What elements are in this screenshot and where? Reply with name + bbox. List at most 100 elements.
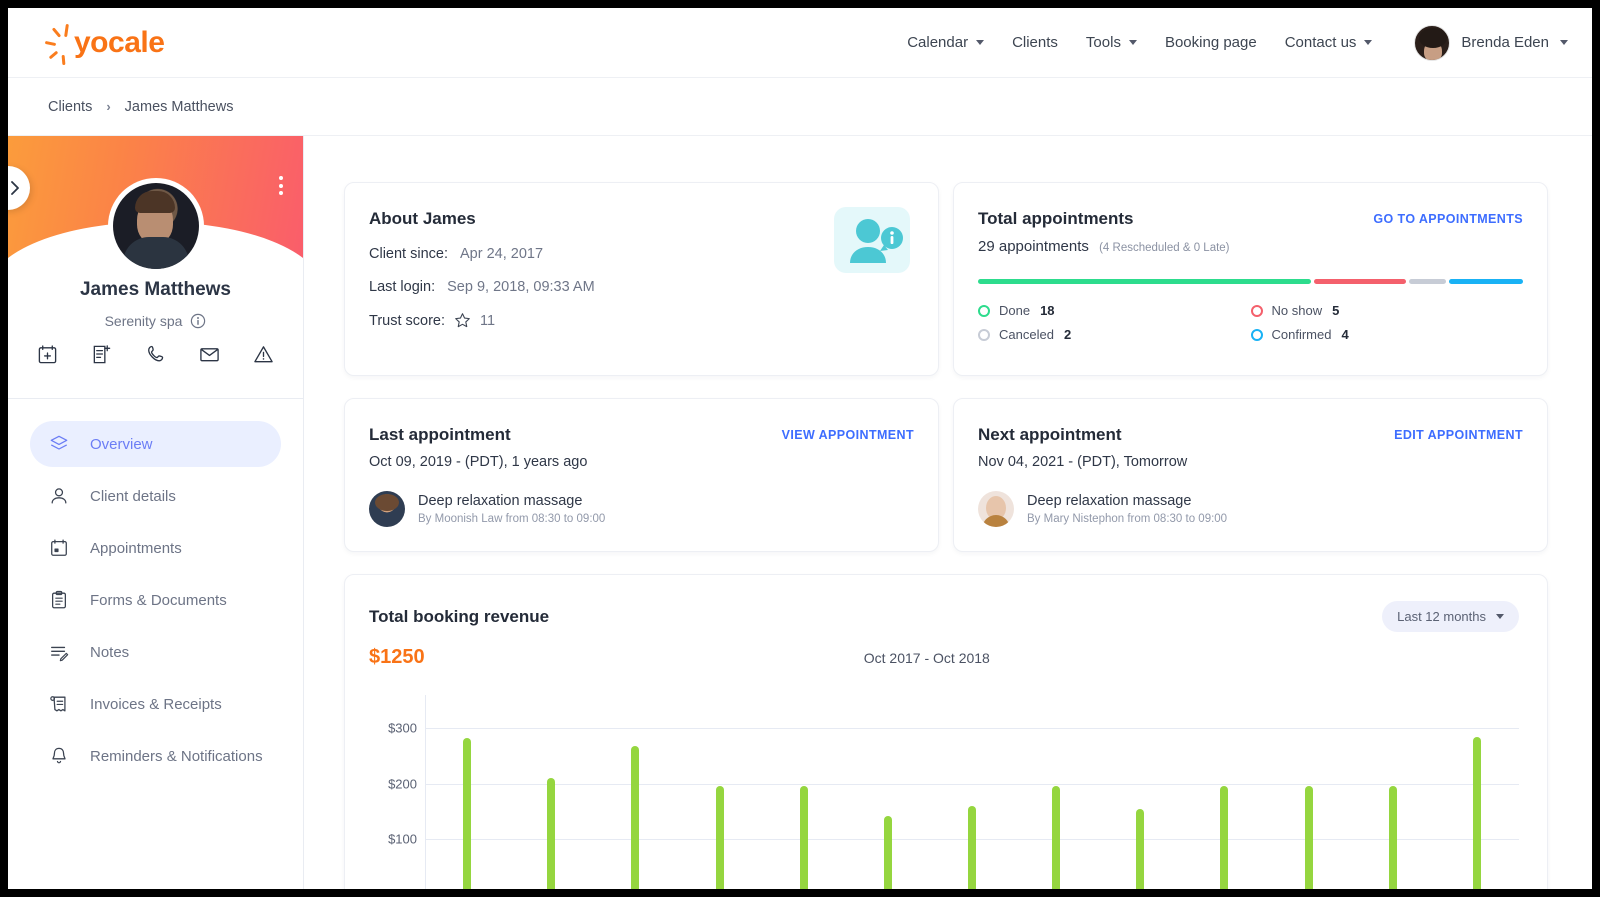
legend-label: Confirmed bbox=[1271, 327, 1332, 342]
legend-value: 4 bbox=[1341, 327, 1349, 342]
layers-icon bbox=[48, 434, 70, 454]
chevron-down-icon bbox=[976, 40, 985, 45]
avatar bbox=[1414, 24, 1451, 61]
nav-item-contact-us[interactable]: Contact us bbox=[1285, 34, 1373, 51]
sidebar-item-notes[interactable]: Notes bbox=[30, 629, 281, 675]
sidebar-item-overview[interactable]: Overview bbox=[30, 421, 281, 467]
bar-column[interactable] bbox=[1182, 695, 1266, 889]
status-segment-confirmed bbox=[1449, 279, 1523, 284]
email-icon[interactable] bbox=[199, 344, 220, 365]
yocale-logo[interactable]: yocale bbox=[44, 23, 165, 65]
nav-label: Calendar bbox=[907, 34, 969, 51]
nav-label: Clients bbox=[1012, 34, 1058, 51]
nav-label: Contact us bbox=[1284, 34, 1357, 51]
user-menu[interactable]: Brenda Eden bbox=[1414, 24, 1568, 61]
y-tick-300: $300 bbox=[388, 720, 417, 736]
provider-details: By Mary Nistephon from 08:30 to 09:00 bbox=[1027, 513, 1228, 525]
next-appointment-provider: Deep relaxation massage By Mary Nistepho… bbox=[978, 491, 1523, 527]
client-business: Serenity spa bbox=[8, 313, 303, 329]
service-name: Deep relaxation massage bbox=[418, 493, 583, 509]
last-appointment-card: Last appointment VIEW APPOINTMENT Oct 09… bbox=[344, 398, 939, 552]
status-dot bbox=[1250, 304, 1263, 317]
bar-column[interactable] bbox=[1014, 695, 1098, 889]
info-icon[interactable] bbox=[190, 313, 206, 329]
bar bbox=[715, 786, 724, 889]
bar bbox=[799, 786, 808, 889]
bar-column[interactable] bbox=[593, 695, 677, 889]
status-dot bbox=[978, 328, 990, 341]
bar bbox=[1304, 785, 1313, 889]
go-to-appointments-link[interactable]: GO TO APPOINTMENTS bbox=[1373, 212, 1523, 226]
sidebar-item-label: Appointments bbox=[90, 539, 182, 557]
client-quick-actions bbox=[8, 344, 303, 365]
bar bbox=[463, 737, 472, 889]
breadcrumb: Clients › James Matthews bbox=[8, 78, 1592, 136]
phone-icon[interactable] bbox=[145, 344, 166, 365]
nav-item-calendar[interactable]: Calendar bbox=[907, 34, 985, 51]
client-name: James Matthews bbox=[79, 279, 231, 300]
bell-icon bbox=[48, 746, 70, 766]
y-tick-200: $200 bbox=[388, 776, 417, 792]
chevron-right-icon bbox=[11, 181, 19, 195]
bar-column[interactable] bbox=[1435, 695, 1519, 889]
sidebar-item-reminders-notifications[interactable]: Reminders & Notifications bbox=[30, 733, 281, 779]
breadcrumb-current: James Matthews bbox=[124, 98, 234, 115]
brand-name: yocale bbox=[74, 25, 165, 59]
nav-item-booking-page[interactable]: Booking page bbox=[1165, 34, 1257, 51]
nav-item-tools[interactable]: Tools bbox=[1086, 34, 1137, 51]
bar bbox=[547, 778, 556, 889]
bar bbox=[1472, 736, 1481, 889]
business-name: Serenity spa bbox=[104, 313, 183, 329]
alert-icon[interactable] bbox=[253, 344, 274, 365]
client-avatar bbox=[107, 178, 204, 274]
trust-score-label: Trust score: bbox=[369, 312, 446, 329]
last-login-row: Last login: Sep 9, 2018, 09:33 AM bbox=[369, 279, 914, 295]
next-appointment-title: Next appointment bbox=[978, 425, 1122, 444]
bar bbox=[1052, 785, 1061, 889]
bar-column[interactable] bbox=[762, 695, 846, 889]
top-navigation-bar: yocale Calendar Clients Tools Booking pa… bbox=[8, 8, 1592, 78]
range-selector-value: Last 12 months bbox=[1397, 609, 1486, 624]
bar-column[interactable] bbox=[1267, 695, 1351, 889]
status-segment-canceled bbox=[1409, 279, 1447, 284]
legend-value: 5 bbox=[1332, 303, 1340, 318]
sidebar-item-client-details[interactable]: Client details bbox=[30, 473, 281, 519]
note-add-icon[interactable] bbox=[91, 344, 112, 365]
bar-column[interactable] bbox=[509, 695, 593, 889]
sidebar-item-appointments[interactable]: Appointments bbox=[30, 525, 281, 571]
appointments-note: (4 Rescheduled & 0 Late) bbox=[1099, 242, 1230, 254]
bar-column[interactable] bbox=[846, 695, 930, 889]
profile-more-options-button[interactable] bbox=[279, 176, 283, 195]
client-since-label: Client since: bbox=[369, 246, 448, 262]
chevron-down-icon bbox=[1128, 40, 1137, 45]
revenue-date-range: Oct 2017 - Oct 2018 bbox=[863, 649, 990, 666]
sidebar-item-label: Forms & Documents bbox=[90, 591, 227, 609]
edit-appointment-link[interactable]: EDIT APPOINTMENT bbox=[1394, 428, 1523, 442]
bar-column[interactable] bbox=[1098, 695, 1182, 889]
view-appointment-link[interactable]: VIEW APPOINTMENT bbox=[782, 428, 914, 442]
calendar-add-icon[interactable] bbox=[37, 344, 58, 365]
chart-bars bbox=[425, 695, 1519, 889]
about-title: About James bbox=[369, 209, 476, 228]
revenue-range-selector[interactable]: Last 12 months bbox=[1382, 601, 1519, 632]
last-login-label: Last login: bbox=[369, 279, 436, 295]
sunburst-icon bbox=[44, 23, 82, 65]
total-booking-revenue-card: Total booking revenue Last 12 months $12… bbox=[344, 574, 1548, 889]
bar-column[interactable] bbox=[425, 695, 509, 889]
client-info-illustration bbox=[834, 207, 910, 273]
bar-column[interactable] bbox=[930, 695, 1014, 889]
client-nav-menu: Overview Client details Appointments For… bbox=[8, 399, 303, 779]
bar-column[interactable] bbox=[677, 695, 761, 889]
sidebar-item-invoices-receipts[interactable]: Invoices & Receipts bbox=[30, 681, 281, 727]
client-since-row: Client since: Apr 24, 2017 bbox=[369, 246, 914, 262]
service-name: Deep relaxation massage bbox=[1027, 493, 1192, 509]
app-window: yocale Calendar Clients Tools Booking pa… bbox=[8, 8, 1592, 889]
last-appointment-date: Oct 09, 2019 - (PDT), 1 years ago bbox=[369, 454, 588, 470]
sidebar-item-forms-documents[interactable]: Forms & Documents bbox=[30, 577, 281, 623]
clipboard-icon bbox=[48, 590, 70, 610]
last-appointment-provider: Deep relaxation massage By Moonish Law f… bbox=[369, 491, 914, 527]
nav-item-clients[interactable]: Clients bbox=[1012, 34, 1058, 51]
user-name: Brenda Eden bbox=[1461, 34, 1549, 51]
breadcrumb-clients[interactable]: Clients bbox=[48, 99, 92, 115]
bar-column[interactable] bbox=[1351, 695, 1435, 889]
